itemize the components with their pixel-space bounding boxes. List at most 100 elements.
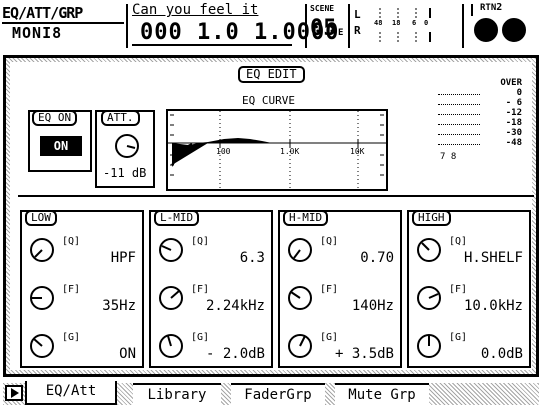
section-divider bbox=[18, 195, 534, 197]
tab-library[interactable]: Library bbox=[133, 383, 221, 405]
f-value[interactable]: 140Hz bbox=[352, 298, 394, 314]
scene-number: 05 bbox=[310, 16, 337, 41]
stereo-meter: L R 48 18 6 0 bbox=[354, 6, 434, 46]
meter-row: -48 bbox=[438, 138, 528, 148]
tab-scroll-arrow-icon[interactable] bbox=[5, 385, 23, 401]
f-knob-icon[interactable] bbox=[286, 284, 314, 312]
meter-scale-label: 0 bbox=[516, 88, 522, 98]
group-header: EQ/ATT/GRP MONI8 bbox=[2, 4, 128, 48]
band-l-mid: L-MID [Q] 6.3 [F] 2.24kHz [G] - 2.0dB bbox=[149, 210, 273, 368]
f-label: [F] bbox=[320, 284, 339, 295]
header-separator bbox=[348, 4, 350, 48]
output-meter: OVER 0 - 6 -12 -18 -30 -48 7 8 bbox=[438, 78, 528, 178]
curve-tick-label: 100 bbox=[216, 147, 231, 156]
header-separator bbox=[462, 4, 464, 48]
g-value[interactable]: - 2.0dB bbox=[206, 346, 265, 362]
header-separator bbox=[126, 4, 128, 48]
q-label: [Q] bbox=[62, 236, 81, 247]
g-knob-icon[interactable] bbox=[28, 332, 56, 360]
q-value[interactable]: 0.70 bbox=[360, 250, 394, 266]
f-label: [F] bbox=[62, 284, 81, 295]
curve-tick-label: 1.0K bbox=[280, 147, 300, 156]
q-knob-icon[interactable] bbox=[286, 236, 314, 264]
header-separator bbox=[305, 4, 307, 48]
g-knob-icon[interactable] bbox=[157, 332, 185, 360]
panel-content: EQ EDIT EQ CURVE EQ ON ON ATT. -11 dB 10… bbox=[10, 62, 534, 370]
g-knob-icon[interactable] bbox=[415, 332, 443, 360]
counter-underline bbox=[132, 44, 292, 46]
eq-on-section: EQ ON ON bbox=[28, 110, 92, 172]
rtn-number: 2 bbox=[496, 2, 503, 13]
g-value[interactable]: 0.0dB bbox=[481, 346, 523, 362]
band-label: H-MID bbox=[283, 210, 329, 226]
q-label: [Q] bbox=[449, 236, 468, 247]
scene-indicator[interactable]: SCENE 05 E bbox=[308, 4, 348, 48]
curve-tick-label: 10K bbox=[350, 147, 365, 156]
meter-channels: 7 8 bbox=[440, 152, 457, 162]
tab-bar: EQ/Att Library FaderGrp Mute Grp bbox=[3, 379, 539, 409]
attenuator-section: ATT. -11 dB bbox=[95, 110, 155, 188]
song-title: Can you feel it bbox=[132, 2, 259, 18]
band-label: HIGH bbox=[412, 210, 451, 226]
meter-row: -30 bbox=[438, 128, 528, 138]
tab-eq-att[interactable]: EQ/Att bbox=[25, 381, 117, 405]
meter-row: 0 bbox=[438, 88, 528, 98]
g-value[interactable]: ON bbox=[119, 346, 136, 362]
q-knob-icon[interactable] bbox=[28, 236, 56, 264]
tab-fader-grp[interactable]: FaderGrp bbox=[231, 383, 325, 405]
g-label: [G] bbox=[320, 332, 339, 343]
meter-left-label: L bbox=[354, 8, 361, 21]
q-value[interactable]: H.SHELF bbox=[464, 250, 523, 266]
f-value[interactable]: 35Hz bbox=[102, 298, 136, 314]
band-label: L-MID bbox=[154, 210, 200, 226]
f-label: [F] bbox=[191, 284, 210, 295]
panel-title: EQ EDIT bbox=[238, 66, 305, 83]
g-label: [G] bbox=[191, 332, 210, 343]
q-value[interactable]: 6.3 bbox=[240, 250, 265, 266]
rtn-label-text: RTN bbox=[480, 3, 497, 13]
meter-scale-icon bbox=[379, 8, 431, 42]
f-knob-icon[interactable] bbox=[415, 284, 443, 312]
band-high: HIGH [Q] H.SHELF [F] 10.0kHz [G] 0.0dB bbox=[407, 210, 531, 368]
eq-on-button[interactable]: ON bbox=[40, 136, 82, 156]
f-value[interactable]: 10.0kHz bbox=[464, 298, 523, 314]
meter-row: -12 bbox=[438, 108, 528, 118]
band-label: LOW bbox=[25, 210, 57, 226]
q-label: [Q] bbox=[320, 236, 339, 247]
g-knob-icon[interactable] bbox=[286, 332, 314, 360]
rtn-knob-icon[interactable] bbox=[502, 18, 526, 42]
screen-title: EQ/ATT/GRP bbox=[2, 4, 83, 22]
f-knob-icon[interactable] bbox=[28, 284, 56, 312]
att-knob-icon[interactable] bbox=[113, 132, 141, 160]
q-knob-icon[interactable] bbox=[157, 236, 185, 264]
scene-label: SCENE bbox=[310, 4, 335, 13]
att-value: -11 dB bbox=[103, 166, 147, 180]
rtn-label: RTN2 bbox=[480, 2, 502, 13]
f-knob-icon[interactable] bbox=[157, 284, 185, 312]
band-low: LOW [Q] HPF [F] 35Hz [G] ON bbox=[20, 210, 144, 368]
g-label: [G] bbox=[449, 332, 468, 343]
f-value[interactable]: 2.24kHz bbox=[206, 298, 265, 314]
meter-scale-label: -12 bbox=[505, 108, 522, 118]
q-value[interactable]: HPF bbox=[111, 250, 136, 266]
q-label: [Q] bbox=[191, 236, 210, 247]
band-h-mid: H-MID [Q] 0.70 [F] 140Hz [G] + 3.5dB bbox=[278, 210, 402, 368]
curve-label: EQ CURVE bbox=[242, 94, 295, 107]
meter-scale-label: -18 bbox=[505, 118, 522, 128]
meter-row: OVER bbox=[438, 78, 528, 88]
meter-scale-label: - 6 bbox=[505, 98, 522, 108]
scene-suffix: E bbox=[338, 28, 344, 38]
meter-scale-label: -48 bbox=[505, 138, 522, 148]
meter-right-label: R bbox=[354, 24, 361, 37]
channel-name: MONI8 bbox=[12, 24, 63, 42]
rtn-knob-icon[interactable] bbox=[474, 18, 498, 42]
meter-scale-label: OVER bbox=[500, 78, 522, 88]
tab-mute-grp[interactable]: Mute Grp bbox=[335, 383, 429, 405]
meter-row: - 6 bbox=[438, 98, 528, 108]
meter-scale-label: -30 bbox=[505, 128, 522, 138]
att-label: ATT. bbox=[101, 110, 140, 126]
rtn-bracket-icon bbox=[471, 4, 473, 16]
q-knob-icon[interactable] bbox=[415, 236, 443, 264]
g-value[interactable]: + 3.5dB bbox=[335, 346, 394, 362]
eq-curve-graph: 100 1.0K 10K bbox=[166, 109, 388, 191]
